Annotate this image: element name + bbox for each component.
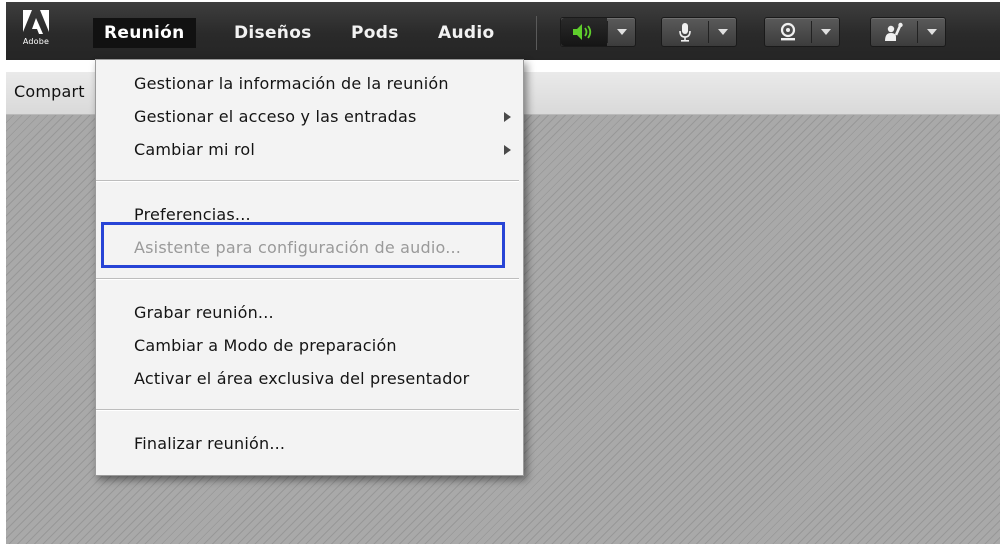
- webcam-button[interactable]: [765, 18, 811, 46]
- menu-disenos[interactable]: Diseños: [234, 18, 312, 48]
- raise-hand-dropdown-arrow[interactable]: [918, 18, 945, 46]
- adobe-logo-text: Adobe: [22, 37, 50, 46]
- menu-item-manage-access[interactable]: Gestionar el acceso y las entradas: [134, 107, 417, 126]
- submenu-arrow-icon: [504, 112, 511, 122]
- top-toolbar: Adobe Reunión Diseños Pods Audio: [6, 2, 1000, 60]
- raise-hand-control[interactable]: [870, 17, 946, 47]
- menu-pods[interactable]: Pods: [351, 18, 399, 48]
- microphone-button[interactable]: [662, 18, 708, 46]
- microphone-dropdown-arrow[interactable]: [709, 18, 736, 46]
- menu-item-prepare-mode[interactable]: Cambiar a Modo de preparación: [134, 336, 397, 355]
- speaker-icon: [573, 24, 592, 40]
- toolbar-divider: [536, 16, 537, 50]
- highlight-annotation-box: [101, 222, 505, 268]
- raise-hand-icon: [885, 22, 903, 41]
- chevron-down-icon: [820, 29, 831, 35]
- speaker-button[interactable]: [561, 18, 607, 46]
- webcam-control[interactable]: [764, 17, 840, 47]
- adobe-logo-icon: [23, 10, 49, 34]
- speaker-dropdown-arrow[interactable]: [608, 18, 635, 46]
- menu-item-record-meeting[interactable]: Grabar reunión...: [134, 303, 274, 322]
- microphone-control[interactable]: [661, 17, 737, 47]
- menu-item-end-meeting[interactable]: Finalizar reunión...: [134, 434, 285, 453]
- webcam-icon: [780, 22, 796, 41]
- share-pod-title: Compart: [14, 82, 85, 101]
- speaker-control[interactable]: [560, 17, 636, 47]
- chevron-down-icon: [926, 29, 937, 35]
- menu-audio[interactable]: Audio: [438, 18, 494, 48]
- menu-item-manage-meeting-info[interactable]: Gestionar la información de la reunión: [134, 74, 449, 93]
- menu-item-presenter-only-area[interactable]: Activar el área exclusiva del presentado…: [134, 369, 469, 388]
- webcam-dropdown-arrow[interactable]: [812, 18, 839, 46]
- menu-separator: [96, 180, 519, 182]
- microphone-icon: [679, 23, 691, 42]
- raise-hand-button[interactable]: [871, 18, 917, 46]
- chevron-down-icon: [616, 29, 627, 35]
- menu-separator: [96, 409, 519, 411]
- menu-separator: [96, 278, 519, 280]
- menu-item-change-role[interactable]: Cambiar mi rol: [134, 140, 255, 159]
- menu-reunion[interactable]: Reunión: [93, 18, 196, 48]
- chevron-down-icon: [717, 29, 728, 35]
- adobe-logo: Adobe: [16, 10, 56, 52]
- submenu-arrow-icon: [504, 145, 511, 155]
